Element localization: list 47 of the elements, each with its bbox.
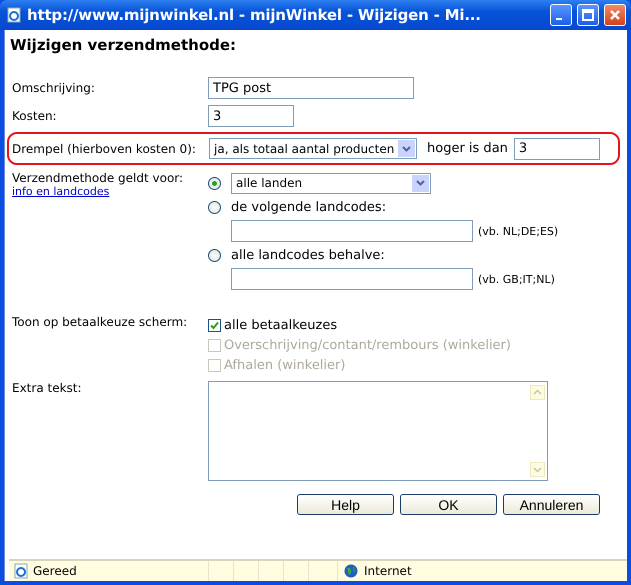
- option-label: Overschrijving/contant/rembours (winkelier): [224, 338, 511, 352]
- field-label: Kosten:: [12, 109, 58, 123]
- close-button[interactable]: [604, 4, 626, 26]
- checkbox[interactable]: [208, 318, 221, 332]
- page-icon: [13, 563, 29, 579]
- field-label: Omschrijving:: [12, 81, 96, 95]
- radio-button[interactable]: [208, 200, 221, 214]
- field-label: hoger is dan: [427, 141, 508, 156]
- minimize-icon: [556, 18, 562, 20]
- hint-text: (vb. GB;IT;NL): [478, 272, 555, 286]
- input-field[interactable]: TPG post: [208, 77, 414, 99]
- input-field[interactable]: 3: [208, 105, 294, 127]
- input-field[interactable]: [231, 268, 473, 290]
- maximize-button[interactable]: [577, 4, 599, 26]
- info-link[interactable]: info en landcodes: [12, 185, 208, 198]
- status-text: Gereed: [33, 564, 78, 578]
- chevron-down-icon: [416, 180, 425, 186]
- page-icon: [6, 7, 22, 23]
- status-zone: Internet: [364, 564, 412, 578]
- radio-button[interactable]: [208, 248, 221, 262]
- scroll-up-icon: [530, 385, 545, 400]
- maximize-icon: [582, 9, 594, 21]
- dropdown[interactable]: alle landen: [231, 172, 431, 194]
- dialog-button[interactable]: Annuleren: [503, 494, 600, 515]
- field-label: Verzendmethode geldt voor:: [12, 171, 184, 185]
- field-label: Toon op betaalkeuze scherm:: [12, 315, 188, 329]
- input-field[interactable]: [231, 220, 473, 242]
- chevron-down-icon: [402, 146, 411, 152]
- dialog-button[interactable]: OK: [400, 494, 497, 515]
- globe-icon: [344, 564, 358, 578]
- option-label: alle betaalkeuzes: [224, 318, 338, 332]
- close-icon: [609, 9, 621, 21]
- text-area[interactable]: [208, 381, 548, 481]
- dialog-button[interactable]: Help: [297, 494, 394, 515]
- window-title: http://www.mijnwinkel.nl - mijnWinkel - Wijzigen - Mi...: [27, 6, 482, 24]
- option-label: de volgende landcodes:: [231, 200, 386, 214]
- field-label: Drempel (hierboven kosten 0):: [12, 142, 197, 156]
- scroll-down-icon: [530, 462, 545, 477]
- minimize-button[interactable]: [550, 4, 572, 26]
- hint-text: (vb. NL;DE;ES): [478, 224, 558, 238]
- option-label: Afhalen (winkelier): [224, 358, 346, 372]
- radio-button[interactable]: [208, 176, 221, 190]
- dropdown[interactable]: ja, als totaal aantal producten: [209, 138, 417, 159]
- input-field[interactable]: 3: [514, 138, 600, 160]
- form-heading: Wijzigen verzendmethode:: [9, 36, 238, 54]
- field-label: Extra tekst:: [12, 381, 83, 395]
- option-label: alle landcodes behalve:: [231, 248, 385, 262]
